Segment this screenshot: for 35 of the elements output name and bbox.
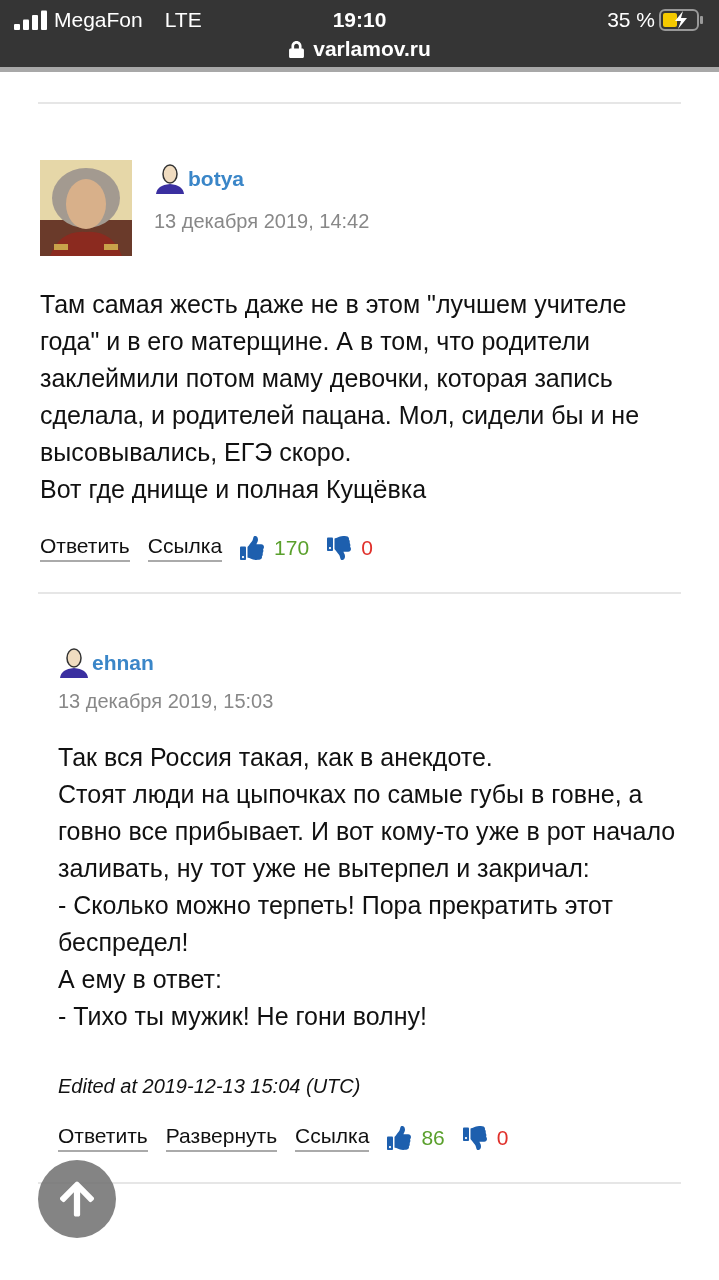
comment-text: Так вся Россия такая, как в анекдоте. — [58, 742, 494, 773]
edited-note: Edited at 2019-12-13 15:04 (UTC) — [58, 1075, 362, 1098]
comment-text: Вот где днище и полная Кущёвка — [40, 474, 428, 505]
arrow-up-icon — [57, 1179, 97, 1219]
action-link[interactable]: Развернуть — [165, 1124, 278, 1152]
battery-percent: 35 % — [607, 8, 655, 32]
comment-text: - Тихо ты мужик! Не гони волну! — [58, 1001, 428, 1032]
like-count: 170 — [274, 536, 310, 560]
lock-icon — [288, 40, 306, 58]
author-link[interactable]: ehnan — [58, 648, 274, 678]
network-type: LTE — [164, 8, 202, 32]
thumbs-up-icon[interactable] — [240, 536, 265, 560]
signal-icon — [14, 10, 48, 30]
comment-text: - Сколько можно терпеть! Пора прекратить этот беспредел! — [58, 890, 614, 958]
url-text[interactable]: varlamov.ru — [313, 37, 431, 61]
thumbs-up-icon[interactable] — [387, 1126, 412, 1150]
author-link[interactable]: botya — [154, 164, 370, 194]
action-link[interactable]: Ответить — [40, 534, 130, 562]
dislike-count: 0 — [496, 1126, 509, 1150]
carrier: MegaFon — [54, 8, 143, 32]
comment-text: Там самая жесть даже не в этом "лучшем учителе года" и в его матерщине. А в том, что родители заклеймили потом маму девочки, которая запись сделала, и родителей пацана. Мол, сидели бы и не высовывались, ЕГЭ скоро. — [40, 289, 641, 468]
user-icon — [58, 648, 90, 678]
comment-date: 13 декабря 2019, 15:03 — [58, 690, 274, 713]
action-link[interactable]: Ссылка — [147, 534, 223, 562]
comment-text: Стоят люди на цыпочках по самые губы в говне, а говно все прибывает. И вот кому-то уже в рот начало заливать, ну тот уже не вытерпел и закричал: — [58, 779, 677, 884]
thumbs-down-icon[interactable] — [327, 536, 352, 560]
dislike-count: 0 — [361, 536, 373, 560]
like-count: 86 — [421, 1126, 445, 1150]
comment-date: 13 декабря 2019, 14:42 — [154, 210, 370, 233]
user-icon — [154, 164, 186, 194]
thumbs-down-icon[interactable] — [462, 1126, 487, 1150]
action-link[interactable]: Ответить — [58, 1124, 148, 1152]
clock: 19:10 — [332, 8, 387, 32]
comment-text: А ему в ответ: — [58, 964, 223, 995]
action-link[interactable]: Ссылка — [295, 1124, 370, 1152]
